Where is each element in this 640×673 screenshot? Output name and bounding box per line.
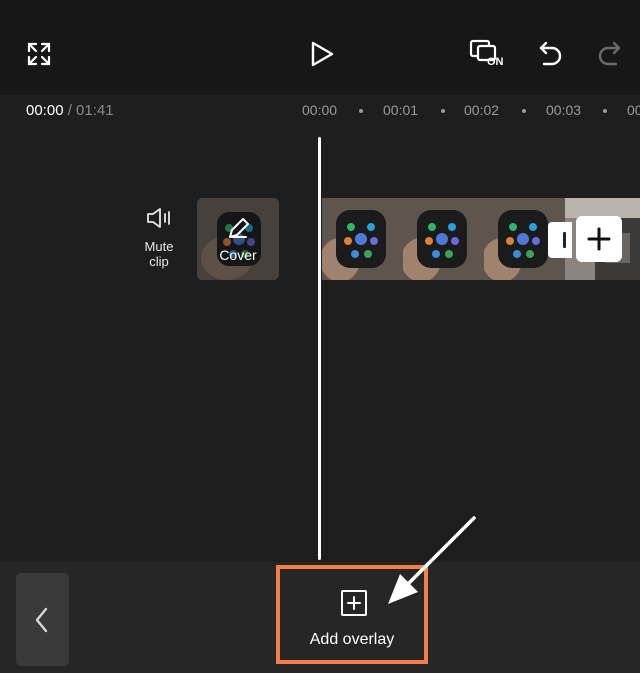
- mute-clip-button[interactable]: Mute clip: [134, 206, 184, 269]
- ruler-tick-label: 00:01: [383, 102, 419, 118]
- clip-trim-handle[interactable]: [548, 222, 572, 258]
- cover-button[interactable]: Cover: [197, 198, 279, 280]
- play-icon[interactable]: [308, 40, 336, 68]
- add-overlay-label: Add overlay: [309, 631, 395, 648]
- clip-frame-thumbnail: [322, 198, 403, 280]
- plus-icon: [587, 227, 611, 251]
- cover-label: Cover: [219, 247, 257, 263]
- back-button[interactable]: [16, 573, 69, 666]
- ruler-tick-label: 00:00: [302, 102, 338, 118]
- undo-icon[interactable]: [538, 40, 564, 68]
- edit-pencil-icon: [229, 218, 249, 238]
- handle-grip: [563, 232, 566, 248]
- preview-toggle-icon[interactable]: ON: [468, 38, 508, 72]
- time-display: 00:00 / 01:41: [26, 102, 114, 119]
- pointer-arrow-annotation: [388, 516, 476, 604]
- ruler-dot: [603, 109, 607, 113]
- playhead[interactable]: [318, 137, 321, 560]
- speaker-icon: [147, 208, 170, 228]
- add-overlay-icon: [341, 590, 367, 616]
- current-time: 00:00: [26, 102, 64, 119]
- expand-icon[interactable]: [26, 41, 52, 67]
- total-duration: / 01:41: [67, 102, 114, 119]
- ruler-dot: [359, 109, 363, 113]
- ruler-tick-label: 00:02: [464, 102, 500, 118]
- redo-icon[interactable]: [596, 40, 622, 68]
- preview-toggle-label: ON: [487, 56, 504, 68]
- clip-frame-thumbnail: [403, 198, 484, 280]
- ruler-dot: [441, 109, 445, 113]
- chevron-left-icon: [35, 607, 48, 633]
- ruler-tick-label: 00:03: [546, 102, 582, 118]
- mute-clip-label: Mute clip: [144, 239, 174, 269]
- add-clip-button[interactable]: [576, 216, 622, 262]
- ruler-tick-label: 00: [627, 102, 640, 118]
- ruler-dot: [522, 109, 526, 113]
